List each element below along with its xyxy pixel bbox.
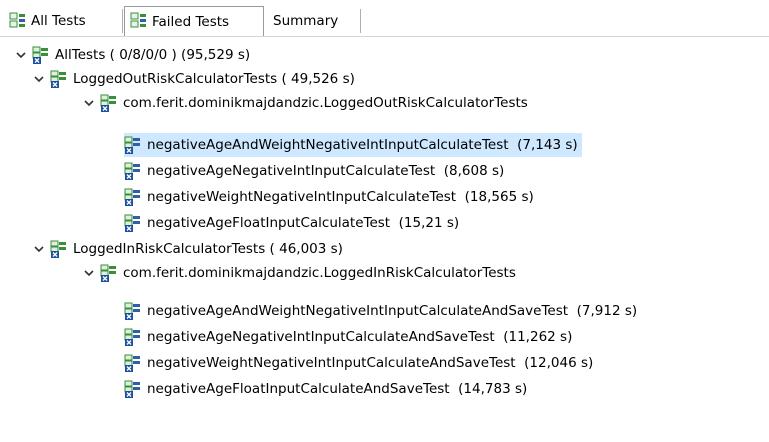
tree-node-suite[interactable]: LoggedInRiskCalculatorTests ( 46,003 s) [32,237,347,261]
tree-node-package[interactable]: com.ferit.dominikmajdandzic.LoggedOutRis… [82,91,532,115]
junit-results-icon [9,11,26,32]
tab-label: All Tests [31,13,86,29]
tree-node-label: LoggedOutRiskCalculatorTests ( 49,526 s) [73,71,355,87]
tree-node-test[interactable]: negativeAgeAndWeightNegativeIntInputCalc… [124,299,641,323]
tree-node-label: negativeAgeFloatInputCalculateAndSaveTes… [147,381,528,397]
chevron-down-icon[interactable] [82,96,96,110]
tree-node-label: negativeAgeAndWeightNegativeIntInputCalc… [147,137,578,153]
chevron-down-icon[interactable] [32,242,46,256]
tree-node-test[interactable]: negativeAgeNegativeIntInputCalculateAndS… [124,325,576,349]
chevron-down-icon[interactable] [14,48,28,62]
tree-node-test[interactable]: negativeWeightNegativeIntInputCalculateA… [124,351,597,375]
junit-test-failure-icon [124,354,141,372]
tree-node-label: negativeAgeNegativeIntInputCalculateAndS… [147,329,573,345]
junit-test-failure-icon [124,136,141,154]
tree-node-test[interactable]: negativeAgeFloatInputCalculateAndSaveTes… [124,377,531,401]
tree-node-test[interactable]: negativeWeightNegativeIntInputCalculateT… [124,185,538,209]
junit-test-failure-icon [124,302,141,320]
junit-test-failure-icon [124,162,141,180]
tree-node-test[interactable]: negativeAgeFloatInputCalculateTest (15,2… [124,211,463,235]
junit-test-failure-icon [124,380,141,398]
tree-node-label: negativeWeightNegativeIntInputCalculateT… [147,189,534,205]
junit-suite-failure-icon [50,240,67,258]
tab-summary[interactable]: Summary [268,7,360,35]
junit-results-icon [130,11,147,32]
junit-suite-failure-icon [50,70,67,88]
junit-suite-failure-icon [32,46,49,64]
junit-suite-failure-icon [100,94,117,112]
tab-separator [122,9,123,33]
results-tab-bar: All Tests Failed Tests Summary [0,0,769,36]
tree-node-label: negativeAgeNegativeIntInputCalculateTest… [147,163,505,179]
tree-node-package[interactable]: com.ferit.dominikmajdandzic.LoggedInRisk… [82,261,520,285]
tab-label: Summary [273,13,339,29]
tab-label: Failed Tests [152,13,230,30]
junit-test-failure-icon [124,214,141,232]
tree-node-label: com.ferit.dominikmajdandzic.LoggedOutRis… [123,95,528,111]
tree-node-suite[interactable]: LoggedOutRiskCalculatorTests ( 49,526 s) [32,67,359,91]
tree-node-label: negativeAgeFloatInputCalculateTest (15,2… [147,215,460,231]
chevron-down-icon[interactable] [82,266,96,280]
tree-node-label: com.ferit.dominikmajdandzic.LoggedInRisk… [123,265,516,281]
junit-suite-failure-icon [100,264,117,282]
tab-separator [360,9,361,33]
tree-node-label: negativeWeightNegativeIntInputCalculateA… [147,355,594,371]
chevron-down-icon[interactable] [32,72,46,86]
tree-node-root[interactable]: AllTests ( 0/8/0/0 ) (95,529 s) [14,43,254,67]
tree-node-label: AllTests ( 0/8/0/0 ) (95,529 s) [55,47,251,63]
tree-node-label: LoggedInRiskCalculatorTests ( 46,003 s) [73,241,343,257]
tree-node-test[interactable]: negativeAgeNegativeIntInputCalculateTest… [124,159,508,183]
tab-all-tests[interactable]: All Tests [4,7,121,35]
junit-test-failure-icon [124,328,141,346]
tab-failed-tests[interactable]: Failed Tests [124,6,264,36]
junit-test-failure-icon [124,188,141,206]
tab-divider [0,36,769,37]
tree-node-test-selected[interactable]: negativeAgeAndWeightNegativeIntInputCalc… [124,133,582,157]
tree-node-label: negativeAgeAndWeightNegativeIntInputCalc… [147,303,638,319]
